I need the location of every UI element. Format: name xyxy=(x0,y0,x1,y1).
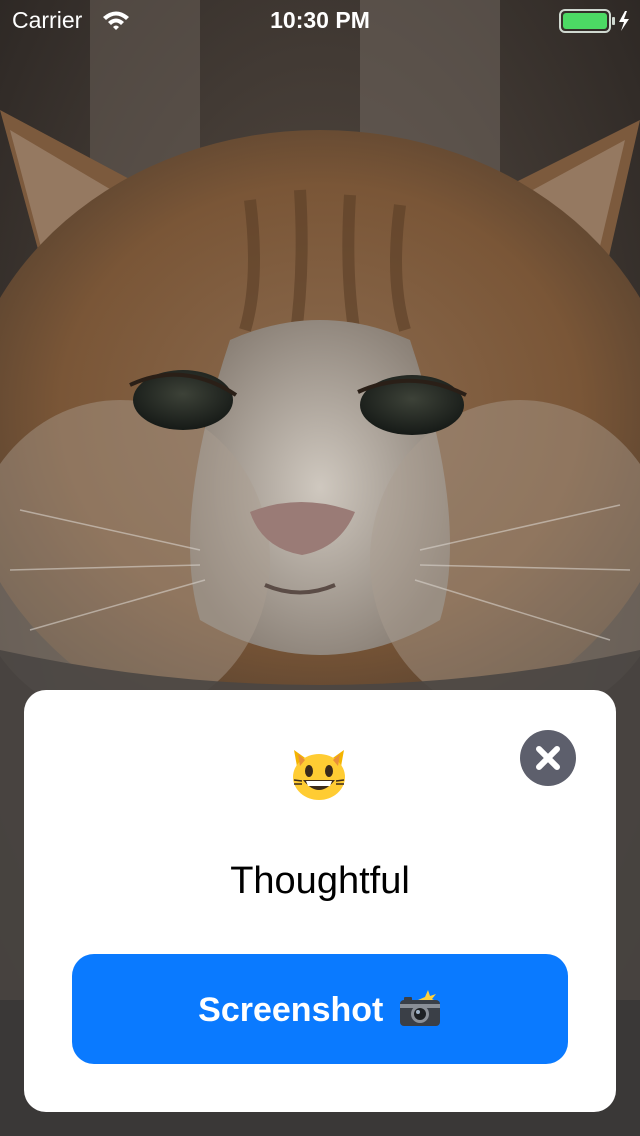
screenshot-button[interactable]: Screenshot xyxy=(72,954,568,1064)
camera-flash-icon xyxy=(398,988,442,1033)
close-icon xyxy=(536,746,560,770)
clock-time: 10:30 PM xyxy=(270,7,370,33)
status-bar: Carrier 10:30 PM xyxy=(0,0,640,40)
battery-charging-icon xyxy=(559,9,633,38)
mood-card: Thoughtful Screenshot xyxy=(24,690,616,1112)
screenshot-button-label: Screenshot xyxy=(198,991,384,1029)
mood-label: Thoughtful xyxy=(230,860,410,902)
app-screen: Carrier 10:30 PM Thoughtful Screenshot xyxy=(0,0,640,1136)
grinning-cat-emoji-icon xyxy=(290,746,348,807)
close-button[interactable] xyxy=(520,730,576,786)
